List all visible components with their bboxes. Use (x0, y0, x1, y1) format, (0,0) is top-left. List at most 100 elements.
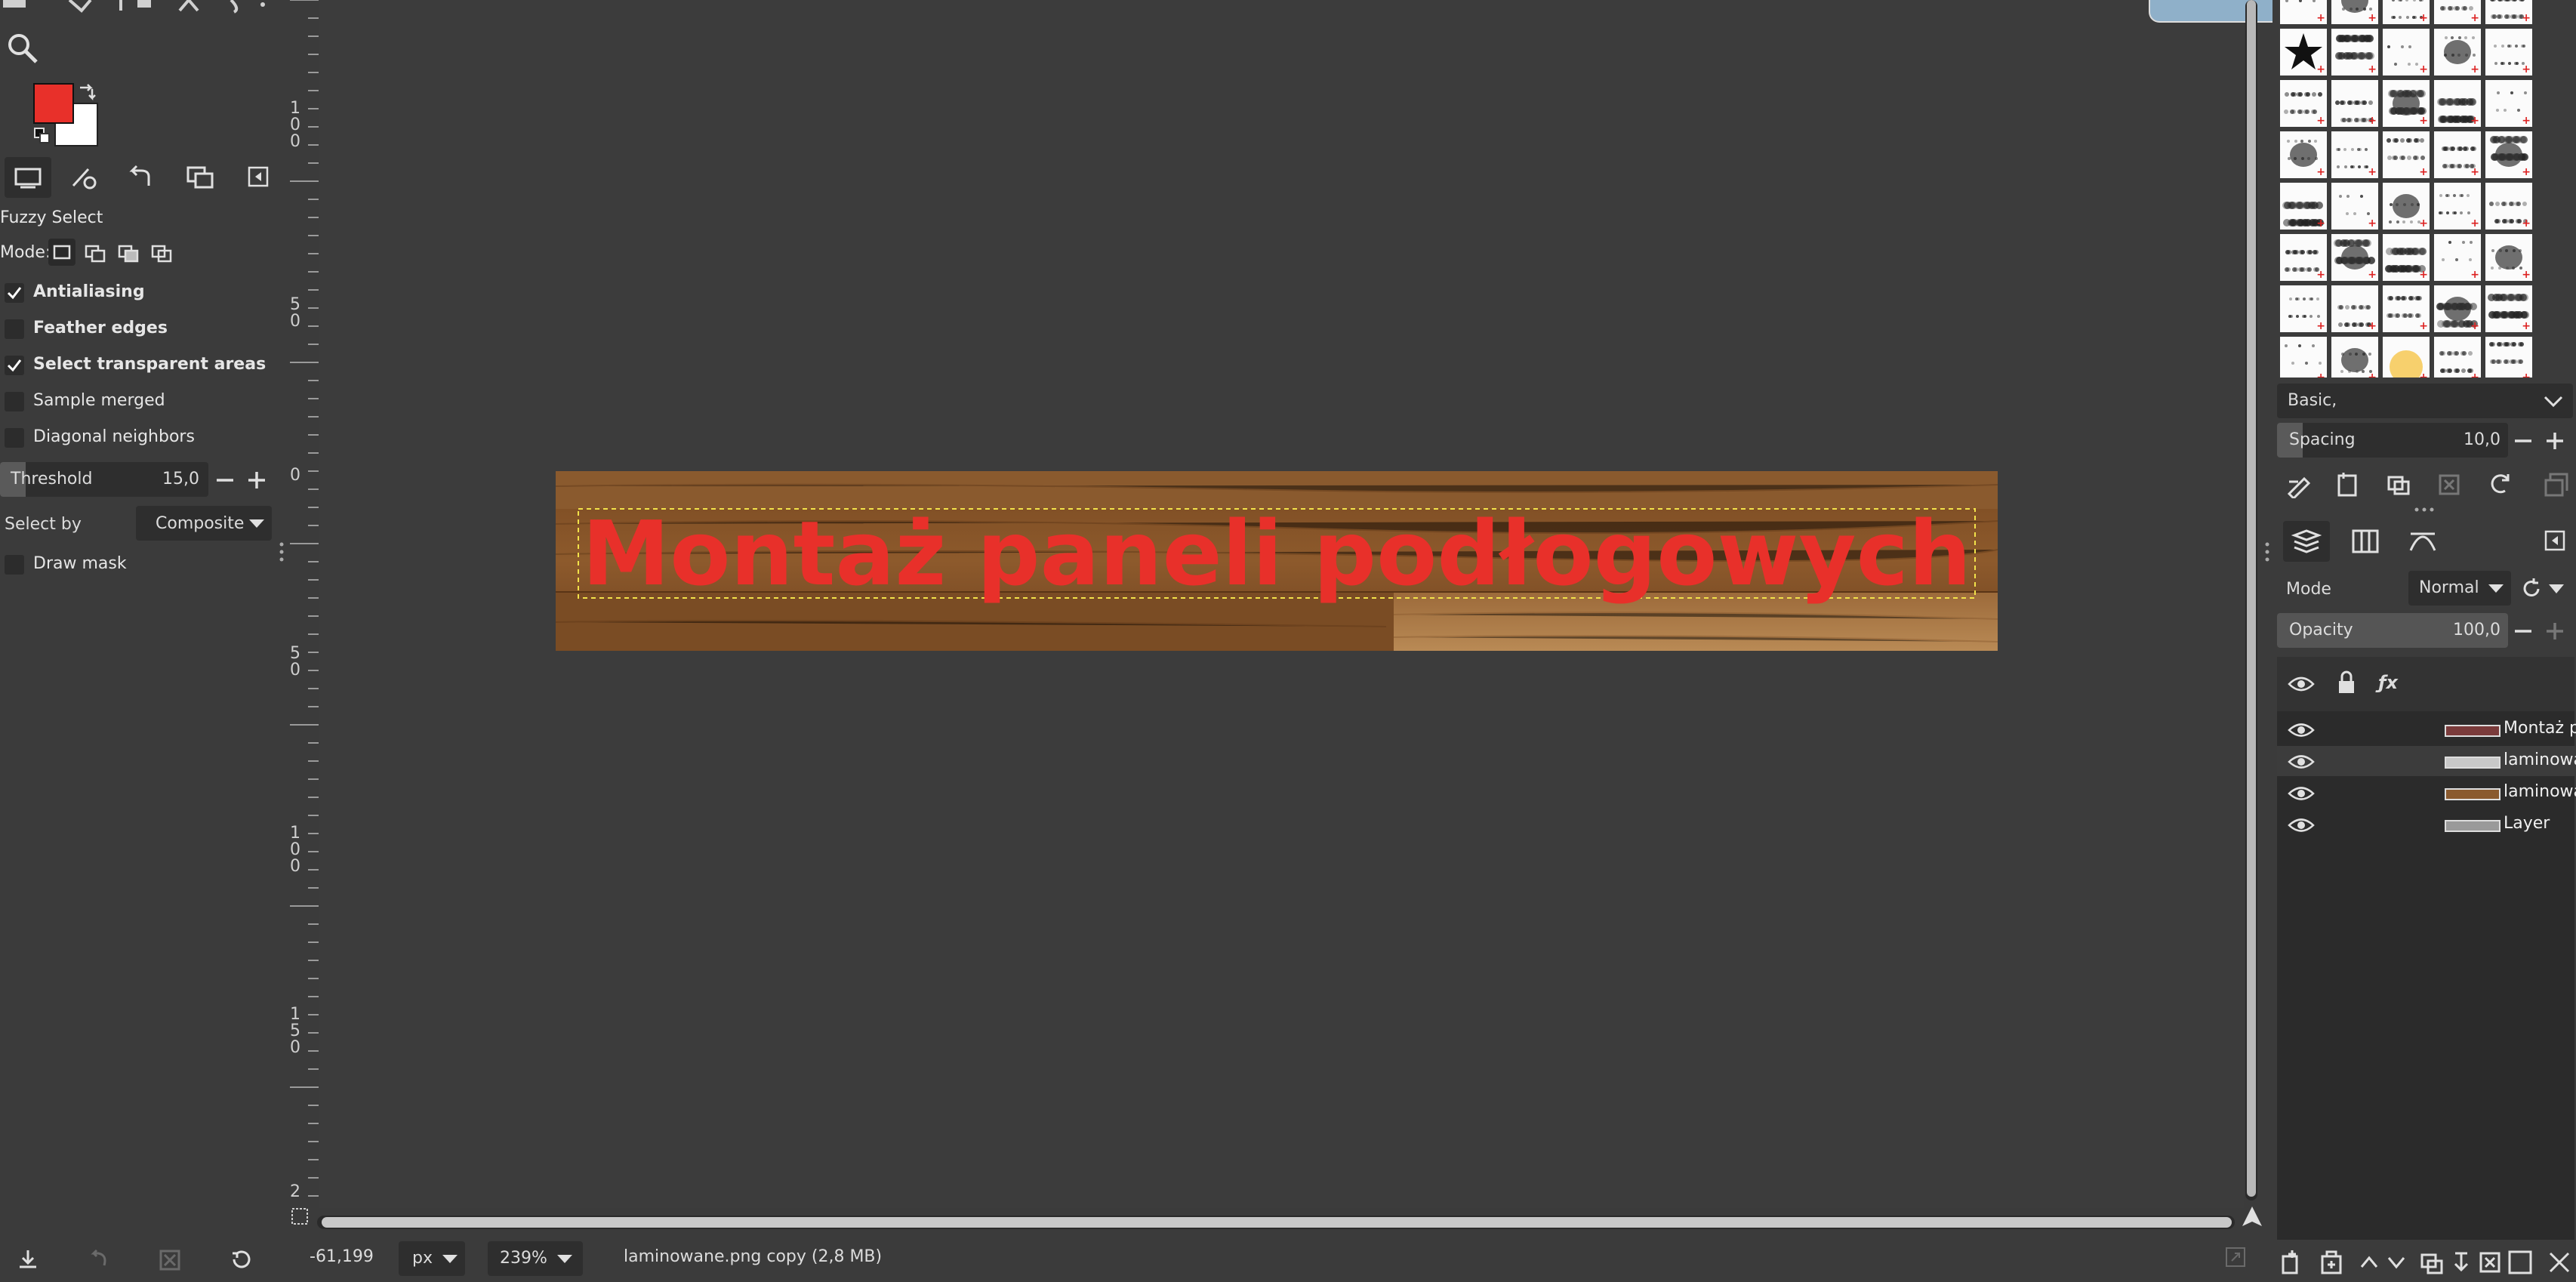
tool-icons-row[interactable] (0, 0, 279, 15)
brush-preset[interactable]: + (2280, 183, 2327, 230)
brush-preset[interactable]: + (2280, 285, 2327, 332)
opacity-slider[interactable]: Opacity 100,0 (2277, 613, 2508, 648)
brush-actions[interactable] (2286, 471, 2573, 498)
brush-grid[interactable]: + + + + + + + + + + + + + + + + + + + + + + + + + + + + + + + + + + + + + + + + (2280, 0, 2552, 378)
reset-colors-icon[interactable] (33, 127, 51, 145)
brush-preset[interactable]: + (2331, 29, 2378, 76)
quick-mask-icon[interactable] (290, 1206, 310, 1226)
foreground-color-swatch[interactable] (33, 83, 74, 124)
unit-dropdown[interactable]: px (399, 1241, 465, 1276)
panel-grip-right[interactable] (2263, 541, 2271, 563)
brush-preset[interactable]: + (2280, 0, 2327, 24)
select-by-dropdown[interactable]: Composite (136, 506, 272, 541)
vertical-scroll-thumb[interactable] (2247, 0, 2256, 1197)
brush-preset[interactable]: + (2280, 234, 2327, 281)
undo-history-tab[interactable] (118, 157, 165, 198)
brush-preset[interactable]: + (2331, 234, 2378, 281)
brush-preset[interactable]: + (2485, 0, 2532, 24)
swap-colors-icon[interactable] (77, 82, 97, 101)
brush-preset[interactable]: + (2280, 131, 2327, 178)
decrease-icon[interactable] (2513, 621, 2534, 642)
brush-preset[interactable]: + (2485, 285, 2532, 332)
diagonal-neighbors-checkbox[interactable] (5, 428, 24, 448)
tool-options-tab[interactable] (5, 157, 51, 198)
brush-preset[interactable]: + (2485, 183, 2532, 230)
brush-preset[interactable]: + (2383, 285, 2430, 332)
antialiasing-checkbox[interactable] (5, 283, 24, 303)
select-transparent-checkbox[interactable] (5, 356, 24, 375)
horizontal-scroll-thumb[interactable] (322, 1217, 2232, 1228)
brush-preset[interactable]: + (2383, 80, 2430, 127)
spacing-slider[interactable]: Spacing 10,0 (2277, 423, 2508, 458)
threshold-slider[interactable]: Threshold 15,0 (0, 462, 208, 497)
brush-preset-dropdown[interactable]: Basic, (2277, 384, 2573, 418)
brush-preset[interactable]: + (2485, 234, 2532, 281)
layer-mode-dropdown[interactable]: Normal (2408, 571, 2511, 606)
brush-preset[interactable]: + (2434, 337, 2481, 378)
brush-preset[interactable]: + (2331, 0, 2378, 24)
brush-preset[interactable]: + (2434, 29, 2481, 76)
brush-preset[interactable]: + (2383, 0, 2430, 24)
image-canvas[interactable]: Montaż paneli podłogowych (556, 471, 1998, 651)
brush-preset[interactable]: + (2331, 183, 2378, 230)
eye-icon[interactable] (2288, 784, 2315, 803)
brush-preset[interactable]: + (2434, 0, 2481, 24)
save-options-icon[interactable] (17, 1249, 39, 1271)
paths-tab[interactable] (2399, 521, 2446, 562)
brush-preset[interactable]: + (2434, 183, 2481, 230)
dock-menu-icon[interactable] (248, 166, 269, 187)
images-tab[interactable] (177, 157, 223, 198)
layer-row[interactable]: laminowa (2277, 746, 2576, 776)
decrease-icon[interactable] (2513, 430, 2534, 451)
delete-options-icon[interactable] (159, 1249, 181, 1271)
restore-options-icon[interactable] (88, 1249, 110, 1271)
brush-preset[interactable]: + (2331, 131, 2378, 178)
drag-handle-icon[interactable] (2413, 506, 2436, 513)
eye-icon[interactable] (2288, 815, 2315, 835)
channels-tab[interactable] (2342, 521, 2389, 562)
status-resize-icon[interactable] (2224, 1246, 2247, 1268)
decrease-icon[interactable] (214, 470, 236, 491)
layer-extra-actions[interactable] (2505, 1247, 2573, 1277)
search-icon[interactable] (6, 32, 39, 65)
layer-row[interactable]: Montaż p (2277, 714, 2576, 744)
brush-preset[interactable]: + (2434, 285, 2481, 332)
brush-preset[interactable]: + (2383, 29, 2430, 76)
brush-preset[interactable]: + (2331, 80, 2378, 127)
brush-preset[interactable]: + (2280, 29, 2327, 76)
eye-icon[interactable] (2288, 720, 2315, 740)
zoom-dropdown[interactable]: 239% (488, 1241, 583, 1276)
lock-icon[interactable] (2336, 670, 2357, 695)
brush-preset[interactable]: + (2383, 337, 2430, 378)
reset-options-icon[interactable] (230, 1249, 252, 1271)
brush-preset[interactable]: + (2485, 29, 2532, 76)
brush-preset[interactable]: + (2383, 131, 2430, 178)
brush-preset[interactable]: + (2280, 337, 2327, 378)
increase-icon[interactable] (246, 470, 267, 491)
brush-preset[interactable]: + (2280, 80, 2327, 127)
brush-preset[interactable]: + (2485, 337, 2532, 378)
brush-preset[interactable]: + (2331, 337, 2378, 378)
dock-menu-icon[interactable] (2544, 530, 2565, 551)
brush-preset[interactable]: + (2434, 234, 2481, 281)
eye-icon[interactable] (2288, 673, 2315, 695)
layers-tab[interactable] (2283, 521, 2330, 562)
fx-icon[interactable]: ƒx (2378, 672, 2398, 693)
device-status-tab[interactable] (60, 157, 107, 198)
sample-merged-checkbox[interactable] (5, 392, 24, 411)
layer-row[interactable]: laminowa (2277, 778, 2576, 808)
composite-mode-icon[interactable] (2520, 577, 2568, 601)
brush-preset[interactable]: + (2383, 183, 2430, 230)
feather-edges-checkbox[interactable] (5, 319, 24, 339)
navigate-icon[interactable] (2241, 1205, 2263, 1228)
layer-row[interactable]: Layer (2277, 809, 2576, 840)
draw-mask-checkbox[interactable] (5, 555, 24, 575)
eye-icon[interactable] (2288, 752, 2315, 772)
brush-preset[interactable]: + (2383, 234, 2430, 281)
brush-preset[interactable]: + (2434, 80, 2481, 127)
brush-preset[interactable]: + (2485, 80, 2532, 127)
brush-preset[interactable]: + (2331, 285, 2378, 332)
brush-preset[interactable]: + (2434, 131, 2481, 178)
increase-icon[interactable] (2544, 430, 2565, 451)
increase-icon[interactable] (2544, 621, 2565, 642)
